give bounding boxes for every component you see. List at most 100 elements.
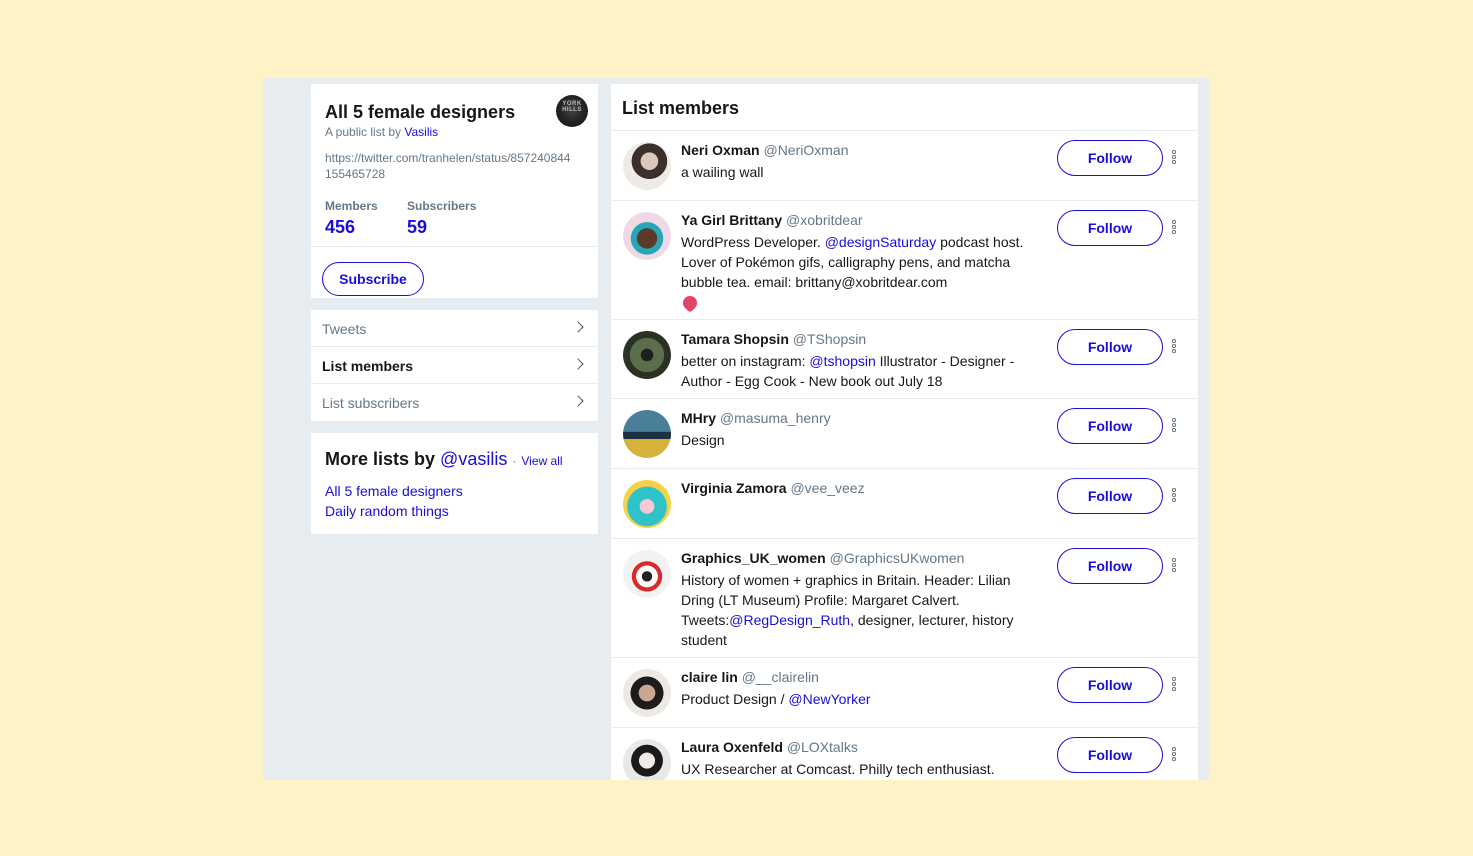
member-row[interactable]: Tamara Shopsin @TShopsin better on instag… <box>611 320 1198 399</box>
more-options-icon[interactable] <box>1171 220 1177 236</box>
avatar[interactable] <box>623 410 671 458</box>
more-list-link[interactable]: Daily random things <box>325 503 449 519</box>
member-name-line: claire lin @__clairelin <box>681 669 819 685</box>
member-name[interactable]: Graphics_UK_women <box>681 550 826 566</box>
list-nav: Tweets List members List subscribers <box>311 310 598 421</box>
member-handle[interactable]: @__clairelin <box>742 669 819 685</box>
member-name[interactable]: Laura Oxenfeld <box>681 739 783 755</box>
member-bio: Design <box>681 430 1026 450</box>
member-row[interactable]: Graphics_UK_women @GraphicsUKwomen Histor… <box>611 539 1198 658</box>
chevron-right-icon <box>572 395 584 407</box>
follow-button[interactable]: Follow <box>1057 737 1163 773</box>
members-count: 456 <box>325 217 356 237</box>
avatar[interactable] <box>623 669 671 717</box>
member-handle[interactable]: @masuma_henry <box>720 410 831 426</box>
bio-text: a wailing wall <box>681 164 764 180</box>
member-row[interactable]: Virginia Zamora @vee_veez Follow <box>611 469 1198 539</box>
member-bio: WordPress Developer. @designSaturday pod… <box>680 232 1026 315</box>
list-info-card: All 5 female designers A public list by … <box>311 84 598 298</box>
bio-text: Design <box>681 432 725 448</box>
list-members-panel: List members Neri Oxman @NeriOxman a wail… <box>611 84 1198 780</box>
list-byline: A public list by Vasilis <box>325 125 439 139</box>
nav-item-list-members[interactable]: List members <box>311 347 598 384</box>
follow-button[interactable]: Follow <box>1057 408 1163 444</box>
subscribers-count: 59 <box>407 217 428 237</box>
mention-link[interactable]: @tshopsin <box>809 353 875 369</box>
mention-link[interactable]: @NewYorker <box>788 691 870 707</box>
member-name[interactable]: MHry <box>681 410 716 426</box>
member-name-line: Neri Oxman @NeriOxman <box>681 142 849 158</box>
divider <box>311 246 598 247</box>
avatar[interactable] <box>623 480 671 528</box>
avatar[interactable] <box>623 739 671 780</box>
member-row[interactable]: MHry @masuma_henry Design Follow <box>611 399 1198 469</box>
chevron-right-icon <box>572 358 584 370</box>
member-row[interactable]: Laura Oxenfeld @LOXtalks UX Researcher at… <box>611 728 1198 780</box>
mention-link[interactable]: @designSaturday <box>825 234 937 250</box>
member-name-line: Laura Oxenfeld @LOXtalks <box>681 739 858 755</box>
more-options-icon[interactable] <box>1171 677 1177 693</box>
member-handle[interactable]: @xobritdear <box>786 212 862 228</box>
member-name-line: Virginia Zamora @vee_veez <box>681 480 865 496</box>
member-row[interactable]: Neri Oxman @NeriOxman a wailing wall Follo… <box>611 131 1198 201</box>
follow-button[interactable]: Follow <box>1057 667 1163 703</box>
members-stat[interactable]: Members 456 <box>325 199 378 238</box>
bio-text: better on instagram: <box>681 353 810 369</box>
member-row[interactable]: Ya Girl Brittany @xobritdear WordPress De… <box>611 201 1198 320</box>
member-name-line: MHry @masuma_henry <box>681 410 831 426</box>
view-all-link[interactable]: View all <box>521 454 562 468</box>
more-options-icon[interactable] <box>1171 339 1177 355</box>
nav-item-tweets[interactable]: Tweets <box>311 310 598 347</box>
more-lists-card: More lists by @vasilis · View all All 5 … <box>311 433 598 534</box>
avatar[interactable] <box>623 550 671 598</box>
chevron-right-icon <box>572 321 584 333</box>
follow-button[interactable]: Follow <box>1057 140 1163 176</box>
member-handle[interactable]: @LOXtalks <box>787 739 858 755</box>
more-list-link[interactable]: All 5 female designers <box>325 483 463 499</box>
subscribers-stat[interactable]: Subscribers 59 <box>407 199 476 238</box>
more-options-icon[interactable] <box>1171 150 1177 166</box>
bio-text: Product Design / <box>681 691 789 707</box>
app-frame: All 5 female designers A public list by … <box>263 78 1209 780</box>
more-options-icon[interactable] <box>1171 558 1177 574</box>
avatar[interactable] <box>623 331 671 379</box>
list-title: All 5 female designers <box>325 102 516 122</box>
member-bio: Product Design / @NewYorker <box>681 689 1026 709</box>
member-name[interactable]: Virginia Zamora <box>681 480 787 496</box>
vasilis-handle-link[interactable]: @vasilis <box>440 449 507 469</box>
member-name-line: Graphics_UK_women @GraphicsUKwomen <box>681 550 964 566</box>
member-row[interactable]: claire lin @__clairelin Product Design / … <box>611 658 1198 728</box>
heart-emoji-icon <box>680 293 700 313</box>
avatar[interactable] <box>623 142 671 190</box>
owner-avatar[interactable]: YORK HILLS <box>556 95 588 127</box>
member-bio: UX Researcher at Comcast. Philly tech en… <box>681 759 1026 779</box>
follow-button[interactable]: Follow <box>1057 329 1163 365</box>
avatar[interactable] <box>623 212 671 260</box>
list-owner-link[interactable]: Vasilis <box>404 125 438 139</box>
bio-text: WordPress Developer. <box>681 234 825 250</box>
member-name-line: Tamara Shopsin @TShopsin <box>681 331 866 347</box>
member-name[interactable]: Tamara Shopsin <box>681 331 789 347</box>
more-lists-heading: More lists by @vasilis · View all <box>325 449 563 469</box>
more-options-icon[interactable] <box>1171 488 1177 504</box>
more-options-icon[interactable] <box>1171 418 1177 434</box>
list-description: https://twitter.com/tranhelen/status/857… <box>325 151 571 181</box>
member-name[interactable]: claire lin <box>681 669 738 685</box>
mention-link[interactable]: @RegDesign_Ruth <box>729 612 850 628</box>
bio-text: UX Researcher at Comcast. Philly tech en… <box>681 761 995 777</box>
subscribe-button[interactable]: Subscribe <box>322 262 424 296</box>
member-handle[interactable]: @TShopsin <box>793 331 866 347</box>
member-handle[interactable]: @GraphicsUKwomen <box>830 550 965 566</box>
member-handle[interactable]: @NeriOxman <box>763 142 848 158</box>
follow-button[interactable]: Follow <box>1057 210 1163 246</box>
more-options-icon[interactable] <box>1171 747 1177 763</box>
follow-button[interactable]: Follow <box>1057 478 1163 514</box>
nav-item-list-subscribers[interactable]: List subscribers <box>311 384 598 421</box>
member-name[interactable]: Neri Oxman <box>681 142 760 158</box>
panel-title: List members <box>622 98 740 118</box>
follow-button[interactable]: Follow <box>1057 548 1163 584</box>
member-bio: a wailing wall <box>681 162 1026 182</box>
member-bio: History of women + graphics in Britain. … <box>681 570 1026 650</box>
member-handle[interactable]: @vee_veez <box>790 480 864 496</box>
member-name[interactable]: Ya Girl Brittany <box>681 212 782 228</box>
